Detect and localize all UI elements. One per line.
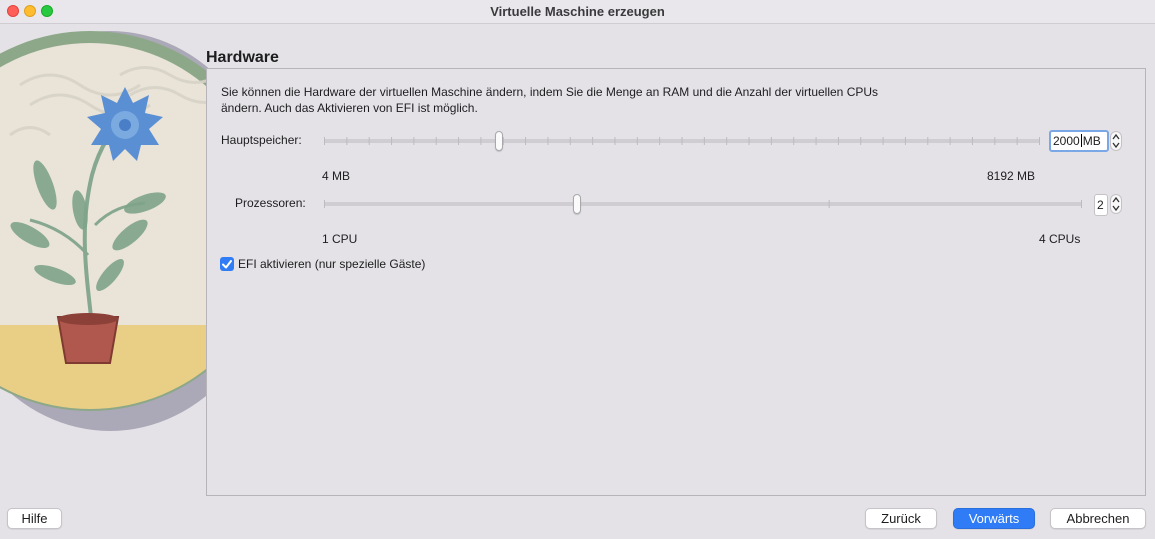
up-down-stepper-icon — [1112, 196, 1120, 212]
memory-spinbox[interactable]: 2000 MB — [1049, 130, 1109, 152]
hardware-panel — [206, 68, 1146, 496]
processors-min-label: 1 CPU — [322, 232, 358, 246]
processors-label: Prozessoren: — [235, 196, 306, 210]
checkmark-icon — [222, 260, 232, 269]
cancel-button[interactable]: Abbrechen — [1050, 508, 1146, 529]
efi-checkbox[interactable] — [220, 257, 234, 271]
efi-checkbox-label[interactable]: EFI aktivieren (nur spezielle Gäste) — [238, 257, 425, 271]
next-button[interactable]: Vorwärts — [953, 508, 1035, 529]
help-button[interactable]: Hilfe — [7, 508, 62, 529]
memory-slider-thumb[interactable] — [494, 131, 503, 151]
section-title: Hardware — [206, 49, 279, 66]
processors-value: 2 — [1097, 198, 1104, 212]
memory-min-label: 4 MB — [322, 169, 351, 183]
memory-stepper[interactable] — [1110, 131, 1122, 151]
memory-value: 2000 — [1053, 134, 1080, 148]
description-text: Sie können die Hardware der virtuellen M… — [221, 84, 981, 116]
back-button[interactable]: Zurück — [865, 508, 937, 529]
memory-slider-ticks — [324, 137, 1040, 145]
description-line-1: Sie können die Hardware der virtuellen M… — [221, 85, 879, 99]
processors-spinbox[interactable]: 2 — [1094, 194, 1108, 216]
processors-slider-thumb[interactable] — [572, 194, 581, 214]
memory-label: Hauptspeicher: — [221, 133, 302, 147]
processors-max-label: 4 CPUs — [1039, 232, 1081, 246]
window-title: Virtuelle Maschine erzeugen — [490, 4, 665, 19]
memory-max-label: 8192 MB — [987, 169, 1036, 183]
processors-slider-ticks — [324, 200, 1082, 208]
processors-stepper[interactable] — [1110, 194, 1122, 214]
up-down-stepper-icon — [1112, 133, 1120, 149]
memory-unit: MB — [1082, 134, 1101, 148]
description-line-2: ändern. Auch das Aktivieren von EFI ist … — [221, 101, 478, 115]
text-cursor — [1080, 134, 1082, 147]
title-bar: Virtuelle Maschine erzeugen — [0, 0, 1155, 24]
